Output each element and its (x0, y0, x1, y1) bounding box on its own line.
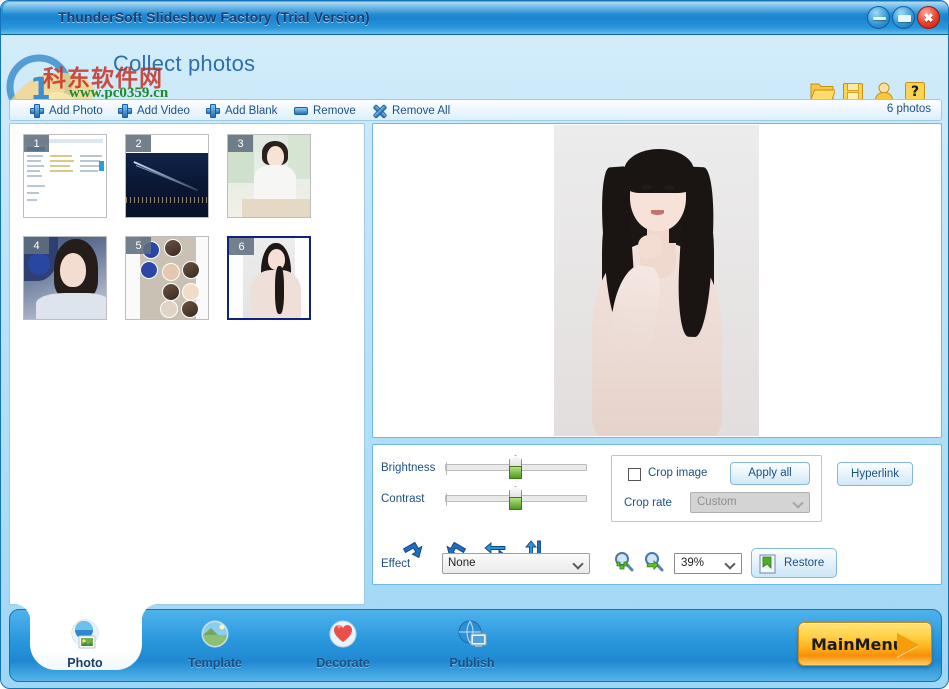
brightness-slider[interactable] (445, 464, 587, 471)
contrast-slider[interactable] (445, 495, 587, 502)
photo-count-label: 6 photos (887, 103, 931, 115)
minimize-icon (873, 17, 886, 20)
add-photo-button[interactable]: Add Photo (30, 102, 103, 120)
nav-tab-publish-label: Publish (417, 656, 527, 670)
preview-image (554, 125, 759, 436)
contrast-slider-thumb[interactable] (509, 486, 522, 510)
window-title: ThunderSoft Slideshow Factory (Trial Ver… (58, 9, 370, 25)
collect-photos-toolbar: Add Photo Add Video Add Blank Remove Rem… (9, 99, 942, 121)
application-window: ThunderSoft Slideshow Factory (Trial Ver… (0, 0, 949, 689)
remove-button[interactable]: Remove (294, 102, 356, 120)
nav-tab-template-label: Template (160, 656, 270, 670)
thumbnail-number: 1 (24, 135, 49, 152)
plus-icon (30, 104, 44, 118)
globe-icon (452, 616, 492, 656)
minimize-button[interactable] (867, 6, 890, 29)
main-menu-label: MainMenu (811, 635, 904, 654)
image-controls-panel: Brightness Contrast (372, 444, 942, 585)
thumbnail-item-3[interactable]: 3 (227, 134, 311, 218)
nav-tab-photo-label: Photo (30, 656, 140, 670)
maximize-button[interactable] (892, 6, 915, 29)
add-video-label: Add Video (137, 105, 190, 117)
thumbnail-item-5[interactable]: 5 (125, 236, 209, 320)
preview-panel[interactable] (372, 123, 942, 438)
nav-tab-template[interactable]: Template (160, 614, 270, 676)
header: Collect photos ? (1, 35, 949, 97)
restore-button[interactable]: Restore (751, 548, 837, 578)
nav-tab-photo[interactable]: Photo (30, 614, 140, 676)
add-blank-button[interactable]: Add Blank (206, 102, 277, 120)
thumbnail-number: 4 (24, 237, 49, 254)
play-arrow-icon (897, 633, 919, 657)
contrast-label: Contrast (381, 493, 424, 505)
thumbnail-item-1[interactable]: 1 (23, 134, 107, 218)
zoom-in-icon[interactable] (613, 551, 635, 573)
crop-image-label: Crop image (648, 467, 707, 479)
svg-text:?: ? (911, 84, 919, 100)
restore-label: Restore (784, 557, 824, 569)
effect-value: None (448, 557, 476, 569)
thumbnail-panel[interactable]: 1 2 (9, 123, 365, 605)
maximize-icon (898, 15, 911, 22)
slider-tick (446, 493, 447, 506)
thumbnail-number: 3 (228, 135, 253, 152)
remove-all-button[interactable]: Remove All (373, 102, 450, 120)
chevron-down-icon (792, 497, 803, 508)
crop-rate-label: Crop rate (624, 497, 672, 509)
brightness-slider-thumb[interactable] (509, 455, 522, 479)
bottom-navigation-bar: Photo Template (9, 609, 942, 682)
remove-label: Remove (313, 105, 356, 117)
cross-icon (373, 104, 387, 118)
crop-rate-value: Custom (697, 496, 737, 508)
thumbnail-item-2[interactable]: 2 (125, 134, 209, 218)
nav-tab-decorate[interactable]: Decorate (288, 614, 398, 676)
template-icon (195, 616, 235, 656)
chevron-down-icon (724, 558, 735, 569)
thumbnail-item-6[interactable]: 6 (227, 236, 311, 320)
hyperlink-button[interactable]: Hyperlink (837, 462, 913, 486)
thumbnail-item-4[interactable]: 4 (23, 236, 107, 320)
effect-label: Effect (381, 558, 410, 570)
add-video-button[interactable]: Add Video (118, 102, 190, 120)
apply-all-button[interactable]: Apply all (730, 462, 810, 485)
page-title: Collect photos (113, 51, 255, 77)
crop-rate-dropdown: Custom (690, 492, 810, 513)
plus-icon (118, 104, 132, 118)
zoom-level-dropdown[interactable]: 39% (674, 553, 742, 574)
thumbnail-number: 6 (229, 238, 254, 255)
chevron-down-icon (572, 558, 583, 569)
brightness-label: Brightness (381, 462, 435, 474)
add-blank-label: Add Blank (225, 105, 277, 117)
zoom-out-icon[interactable] (643, 551, 665, 573)
title-bar: ThunderSoft Slideshow Factory (Trial Ver… (1, 1, 949, 35)
nav-tab-publish[interactable]: Publish (417, 614, 527, 676)
zoom-level-value: 39% (681, 557, 704, 569)
nav-tab-decorate-label: Decorate (288, 656, 398, 670)
crop-image-checkbox[interactable] (628, 468, 641, 481)
main-menu-button[interactable]: MainMenu (798, 622, 932, 666)
effect-dropdown[interactable]: None (442, 553, 590, 574)
thumbnail-number: 5 (126, 237, 151, 254)
plus-icon (206, 104, 220, 118)
thumbnail-number: 2 (126, 135, 151, 152)
slider-tick (446, 462, 447, 475)
remove-all-label: Remove All (392, 105, 450, 117)
photo-icon (65, 616, 105, 656)
close-icon: ✖ (923, 12, 933, 24)
close-button[interactable]: ✖ (917, 6, 940, 29)
crop-group: Crop image Apply all Crop rate Custom (611, 455, 822, 522)
add-photo-label: Add Photo (49, 105, 103, 117)
minus-icon (294, 107, 308, 115)
heart-icon (323, 616, 363, 656)
